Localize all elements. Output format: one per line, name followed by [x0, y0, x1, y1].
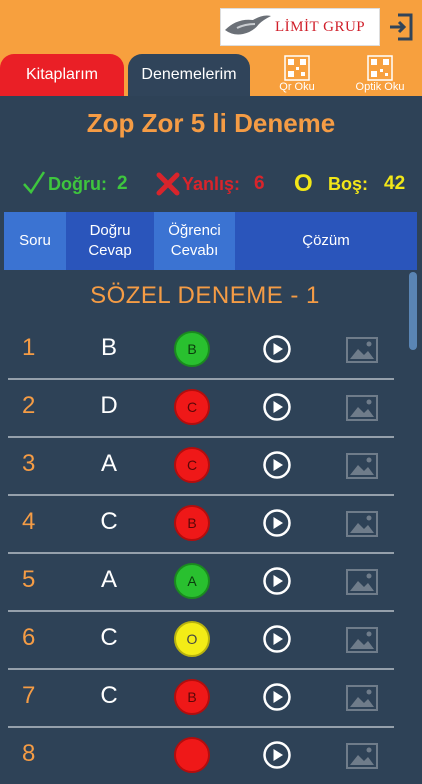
- empty-mark: O: [294, 170, 313, 197]
- qr-read-label: Qr Oku: [279, 81, 315, 93]
- exam-title: Zop Zor 5 li Deneme: [86, 108, 336, 138]
- correct-answer: D: [100, 392, 118, 419]
- correct-answer: C: [100, 624, 118, 651]
- image-icon[interactable]: [346, 453, 378, 479]
- section-title: SÖZEL DENEME - 1: [90, 282, 320, 309]
- student-answer-badge: B: [174, 331, 210, 367]
- answer-row: 3 A C: [0, 436, 410, 494]
- question-number: 5: [22, 566, 36, 593]
- student-answer-badge: A: [174, 563, 210, 599]
- wrong-label: Yanlış:: [182, 174, 241, 194]
- answer-row: 2 D C: [0, 378, 410, 436]
- logo-text: LİMİT GRUP: [275, 18, 366, 35]
- wrong-count: 6: [254, 173, 265, 194]
- student-answer-badge: O: [174, 621, 210, 657]
- image-icon[interactable]: [346, 511, 378, 537]
- correct-label: Doğru:: [48, 174, 107, 194]
- student-answer-badge: B: [174, 505, 210, 541]
- student-answer-badge: [174, 737, 210, 773]
- optik-read-label: Optik Oku: [355, 81, 405, 93]
- student-answer-badge: C: [174, 447, 210, 483]
- answer-row: 7 C B: [0, 668, 410, 726]
- question-number: 6: [22, 624, 36, 651]
- play-icon[interactable]: [262, 392, 292, 422]
- answer-row: 5 A A: [0, 552, 410, 610]
- answer-row: 8: [0, 726, 410, 784]
- image-icon[interactable]: [346, 743, 378, 769]
- correct-answer: A: [100, 566, 117, 593]
- optical-form-icon: [367, 55, 393, 81]
- play-icon[interactable]: [262, 450, 292, 480]
- exit-icon[interactable]: [388, 12, 414, 42]
- image-icon[interactable]: [346, 395, 378, 421]
- correct-answer: C: [100, 508, 118, 535]
- limit-grup-logo: LİMİT GRUP: [220, 8, 380, 46]
- question-number: 3: [22, 450, 36, 477]
- image-icon[interactable]: [346, 685, 378, 711]
- column-correct-answer[interactable]: Doğru Cevap: [66, 212, 154, 270]
- scrollbar[interactable]: [409, 272, 417, 350]
- tab-books[interactable]: Kitaplarım: [0, 54, 124, 96]
- qr-read-button[interactable]: Qr Oku: [261, 54, 333, 96]
- app-header: LİMİT GRUP Kitaplarım Denemelerim Qr Oku…: [0, 0, 422, 96]
- student-answer-badge: B: [174, 679, 210, 715]
- play-icon[interactable]: [262, 566, 292, 596]
- image-icon[interactable]: [346, 569, 378, 595]
- answer-row: 6 C O: [0, 610, 410, 668]
- optik-read-button[interactable]: Optik Oku: [344, 54, 416, 96]
- question-number: 8: [22, 740, 36, 767]
- play-icon[interactable]: [262, 334, 292, 364]
- correct-answer: A: [100, 450, 117, 477]
- play-icon[interactable]: [262, 682, 292, 712]
- correct-answer: B: [100, 334, 117, 361]
- column-question[interactable]: Soru: [4, 212, 66, 270]
- answer-row: 4 C B: [0, 494, 410, 552]
- empty-label: Boş:: [328, 174, 368, 194]
- question-number: 1: [22, 334, 36, 361]
- empty-count: 42: [384, 173, 406, 194]
- question-number: 4: [22, 508, 36, 535]
- play-icon[interactable]: [262, 624, 292, 654]
- bird-logo-icon: [225, 15, 271, 35]
- question-number: 7: [22, 682, 36, 709]
- correct-count: 2: [117, 173, 128, 194]
- column-solution[interactable]: Çözüm: [235, 212, 417, 270]
- checkmark-icon: [23, 171, 46, 195]
- play-icon[interactable]: [262, 508, 292, 538]
- correct-answer: C: [100, 682, 118, 709]
- cross-icon: [156, 172, 180, 196]
- question-number: 2: [22, 392, 36, 419]
- column-student-answer[interactable]: Öğrenci Cevabı: [154, 212, 235, 270]
- tab-exams[interactable]: Denemelerim: [128, 54, 250, 96]
- image-icon[interactable]: [346, 627, 378, 653]
- play-icon[interactable]: [262, 740, 292, 770]
- student-answer-badge: C: [174, 389, 210, 425]
- image-icon[interactable]: [346, 337, 378, 363]
- score-summary: Doğru: 2 Yanlış: 6 O Boş: 42: [0, 168, 422, 200]
- table-header: Soru Doğru Cevap Öğrenci Cevabı Çözüm: [4, 212, 417, 270]
- answer-row: 1 B B: [0, 320, 410, 378]
- qr-code-icon: [284, 55, 310, 81]
